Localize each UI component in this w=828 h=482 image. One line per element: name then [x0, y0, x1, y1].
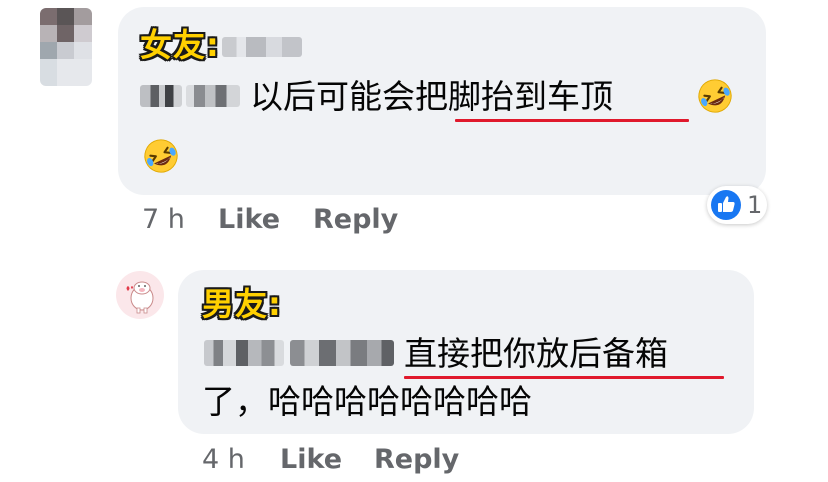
comment-bubble: 女友: 以后可能会把脚抬到车顶 — [118, 7, 766, 195]
rofl-emoji-icon — [144, 139, 178, 173]
commenter-avatar[interactable] — [116, 271, 164, 319]
blurred-mention-2[interactable] — [290, 340, 394, 366]
pig-avatar-icon — [126, 281, 154, 314]
rofl-emoji-icon — [698, 79, 732, 113]
comment-bubble: 男友: 直接把你放后备箱 了，哈哈哈哈哈哈哈哈 — [178, 270, 754, 434]
comment-text-line-1: 以后可能会把脚抬到车顶 — [250, 77, 613, 116]
author-tag: 男友: — [202, 285, 282, 323]
author-tag: 女友: — [140, 26, 220, 64]
highlight-underline — [455, 119, 689, 122]
like-button[interactable]: Like — [280, 444, 342, 476]
blurred-mention[interactable] — [140, 85, 182, 107]
reaction-badge[interactable]: 1 — [707, 186, 767, 224]
blurred-mention-2[interactable] — [186, 85, 240, 107]
like-thumb-icon — [718, 196, 735, 212]
reply-button[interactable]: Reply — [313, 204, 398, 236]
comment-text-line-2: 了，哈哈哈哈哈哈哈哈 — [202, 382, 532, 421]
blurred-mention[interactable] — [204, 340, 284, 366]
highlight-underline — [404, 376, 724, 379]
blurred-author-name[interactable] — [222, 37, 302, 57]
comment-timestamp[interactable]: 7 h — [142, 204, 185, 236]
reaction-count: 1 — [747, 191, 763, 219]
like-reaction — [711, 190, 741, 220]
comment-text-line-1: 直接把你放后备箱 — [404, 334, 668, 373]
like-button[interactable]: Like — [218, 204, 280, 236]
commenter-avatar[interactable] — [40, 8, 92, 86]
reply-button[interactable]: Reply — [374, 444, 459, 476]
comment-timestamp[interactable]: 4 h — [202, 444, 245, 476]
